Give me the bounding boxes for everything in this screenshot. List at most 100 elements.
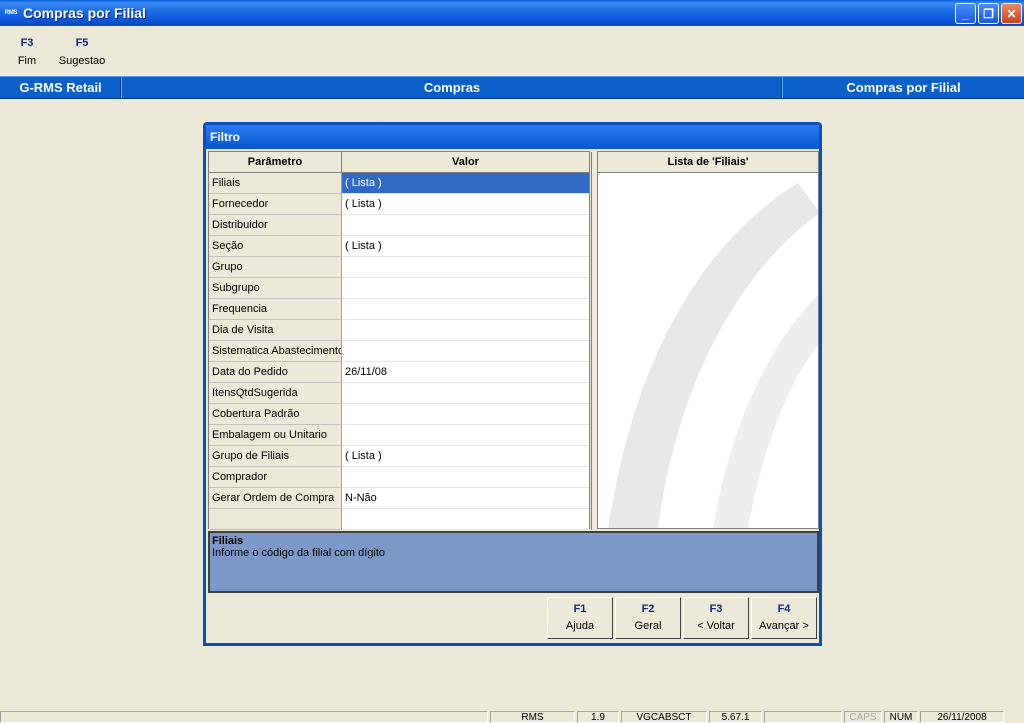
hint-text: Informe o código da filial com dígito [212,547,386,559]
close-button[interactable]: ✕ [1001,3,1022,24]
status-num: NUM [884,711,918,723]
parameter-row[interactable]: ItensQtdSugerida [209,383,589,404]
column-header-value[interactable]: Valor [342,152,589,173]
parameter-value-cell[interactable] [342,341,589,362]
restore-button[interactable]: ❐ [978,3,999,24]
parameter-row[interactable]: Cobertura Padrão [209,404,589,425]
parameter-row[interactable]: Fornecedor( Lista ) [209,194,589,215]
parameter-row[interactable]: Frequencia [209,299,589,320]
parameter-name: ItensQtdSugerida [209,383,342,404]
voltar-button[interactable]: F3 < Voltar [683,597,749,639]
parameter-name: Subgrupo [209,278,342,299]
parameter-value-cell[interactable] [342,278,589,299]
parameter-value-cell[interactable]: ( Lista ) [342,194,589,215]
parameter-name: Fornecedor [209,194,342,215]
button-label: < Voltar [697,620,735,632]
watermark-logo [608,183,818,528]
parameter-value-cell[interactable] [342,320,589,341]
status-caps: CAPS [844,711,882,723]
title-bar: RMS Compras por Filial _ ❐ ✕ [0,0,1024,26]
parameter-row[interactable]: Seção( Lista ) [209,236,589,257]
parameter-name: Grupo de Filiais [209,446,342,467]
avancar-button[interactable]: F4 Avançar > [751,597,817,639]
parameter-row[interactable]: Gerar Ordem de Compra N-Não [209,488,589,509]
parameter-name: Distribuidor [209,215,342,236]
header-module: Compras [423,80,481,95]
parameter-value-cell[interactable]: ( Lista ) [342,236,589,257]
fkey-label: Sugestao [58,55,106,67]
parameter-value-cell[interactable] [342,257,589,278]
parameter-name [209,509,342,530]
module-header-bar: G-RMS Retail Compras Compras por Filial [0,76,1024,99]
parameter-row[interactable]: Data do Pedido 26/11/08 [209,362,589,383]
status-version: 1.9 [577,711,619,723]
filter-dialog: Filtro Parâmetro Valor Filiais( Lista ) F… [203,122,822,646]
minimize-button[interactable]: _ [955,3,976,24]
app-icon: RMS [4,10,18,16]
button-label: Geral [634,620,662,632]
status-app: RMS [490,711,575,723]
status-date: 26/11/2008 [920,711,1004,723]
parameter-value-cell[interactable] [342,404,589,425]
parameter-value-cell[interactable]: ( Lista ) [342,446,589,467]
button-label: Avançar > [759,620,809,632]
header-system: G-RMS Retail [19,80,102,95]
header-screen: Compras por Filial [846,80,961,95]
button-key: F2 [641,603,655,615]
button-key: F3 [709,603,723,615]
status-empty [764,711,842,723]
parameter-row[interactable]: Subgrupo [209,278,589,299]
parameter-row[interactable]: Sistematica Abastecimento [209,341,589,362]
fkey-code: F3 [20,37,34,49]
parameter-name: Grupo [209,257,342,278]
fkey-code: F5 [75,37,89,49]
status-message [0,711,488,723]
filiais-list-panel[interactable]: Lista de 'Filiais' [597,151,819,529]
fim-button[interactable]: F3 Fim [0,34,57,70]
parameter-name: Gerar Ordem de Compra [209,488,342,509]
fkey-label: Fim [17,55,37,67]
parameter-name: Sistematica Abastecimento [209,341,342,362]
field-hint-box: Filiais Informe o código da filial com d… [208,531,819,593]
ajuda-button[interactable]: F1 Ajuda [547,597,613,639]
parameter-row[interactable]: Grupo de Filiais( Lista ) [209,446,589,467]
parameter-name: Comprador [209,467,342,488]
button-key: F4 [777,603,791,615]
status-user: VGCABSCT [621,711,707,723]
parameter-value-cell[interactable] [342,467,589,488]
sugestao-button[interactable]: F5 Sugestao [52,34,112,70]
parameter-name: Seção [209,236,342,257]
hint-title: Filiais [212,535,244,547]
parameter-row[interactable]: Dia de Visita [209,320,589,341]
parameter-value-cell[interactable]: N-Não [342,488,589,509]
button-key: F1 [573,603,587,615]
parameter-row[interactable]: Distribuidor [209,215,589,236]
parameter-value-cell[interactable] [342,383,589,404]
window-title: Compras por Filial [23,5,146,21]
parameter-value-cell[interactable] [342,215,589,236]
list-title: Lista de 'Filiais' [598,152,818,173]
status-bar: RMS 1.9 VGCABSCT 5.67.1 CAPS NUM 26/11/2… [0,710,1024,723]
geral-button[interactable]: F2 Geral [615,597,681,639]
parameter-row[interactable] [209,509,589,530]
status-build: 5.67.1 [709,711,762,723]
parameter-grid: Parâmetro Valor Filiais( Lista ) Forneced… [208,151,597,530]
parameter-row[interactable]: Grupo [209,257,589,278]
dialog-title: Filtro [206,125,819,149]
parameter-value-cell[interactable]: ( Lista ) [342,173,589,194]
parameter-value-cell[interactable] [342,425,589,446]
parameter-name: Filiais [209,173,342,194]
parameter-name: Data do Pedido [209,362,342,383]
parameter-value-cell[interactable]: 26/11/08 [342,362,589,383]
parameter-name: Frequencia [209,299,342,320]
parameter-row[interactable]: Comprador [209,467,589,488]
parameter-name: Cobertura Padrão [209,404,342,425]
parameter-name: Dia de Visita [209,320,342,341]
column-header-param[interactable]: Parâmetro [209,152,342,173]
parameter-row[interactable]: Filiais( Lista ) [209,173,589,194]
button-label: Ajuda [565,620,595,632]
parameter-name: Embalagem ou Unitario [209,425,342,446]
parameter-value-cell[interactable] [342,509,589,530]
parameter-row[interactable]: Embalagem ou Unitario [209,425,589,446]
parameter-value-cell[interactable] [342,299,589,320]
